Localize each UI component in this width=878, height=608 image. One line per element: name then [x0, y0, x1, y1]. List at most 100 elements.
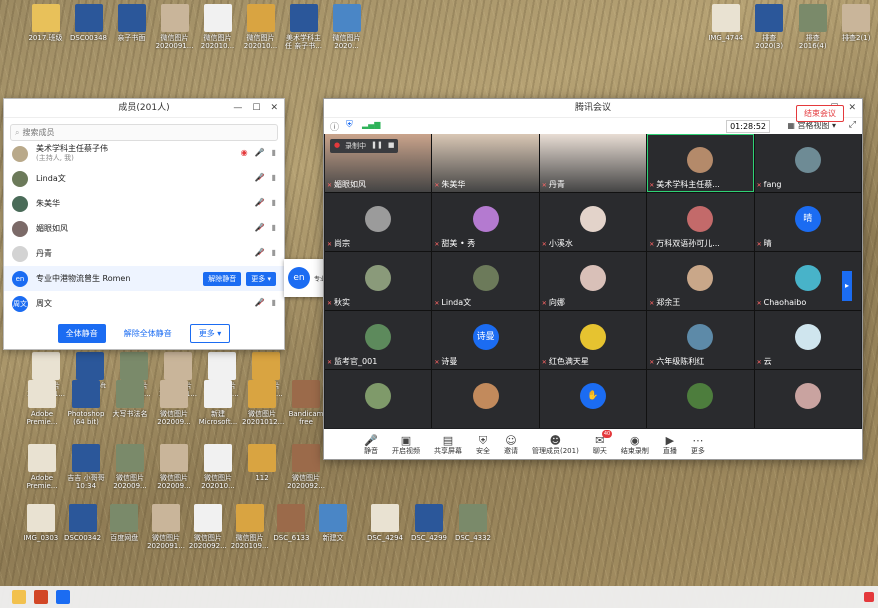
- desktop-icon[interactable]: DSC_4299: [409, 504, 449, 542]
- info-icon[interactable]: ⓘ: [330, 120, 339, 133]
- participant-tile[interactable]: 监考官_001: [325, 311, 432, 369]
- member-row[interactable]: en 专业中港物流曾生 Romen 解除静音 更多 ▾: [4, 266, 284, 291]
- desktop-icon[interactable]: 微信图片 2020...: [327, 4, 366, 50]
- toolbar-button-8[interactable]: ▶ 直播: [663, 434, 677, 455]
- more-footer-button[interactable]: 更多 ▾: [189, 324, 231, 343]
- toolbar-button-0[interactable]: 🎤 静音: [364, 434, 378, 455]
- desktop-icon[interactable]: 112: [242, 444, 282, 490]
- minimize-icon[interactable]: —: [233, 99, 242, 117]
- mic-muted-icon[interactable]: 🎤̸: [255, 298, 265, 307]
- desktop-icon[interactable]: DSC_4294: [365, 504, 405, 542]
- participant-tile[interactable]: 小溪水: [539, 193, 647, 251]
- desktop-icon[interactable]: Photoshop (64 bit): [66, 380, 106, 426]
- mic-muted-icon[interactable]: 🎤̸: [255, 248, 265, 257]
- participant-tile[interactable]: [754, 370, 861, 428]
- desktop-icon[interactable]: 2017.班级: [26, 4, 65, 50]
- participant-tile[interactable]: 六年级陈利红: [647, 311, 754, 369]
- camera-icon[interactable]: ▮: [272, 173, 276, 182]
- camera-icon[interactable]: ▮: [272, 223, 276, 232]
- stop-icon[interactable]: ■: [388, 141, 395, 151]
- member-search-input[interactable]: [19, 128, 243, 137]
- desktop-icon[interactable]: 微信图片 20201012...: [242, 380, 284, 426]
- participant-tile[interactable]: 尚宗: [325, 193, 432, 251]
- maximize-icon[interactable]: ☐: [252, 99, 260, 117]
- mic-muted-icon[interactable]: 🎤̸: [255, 173, 265, 182]
- desktop-icon[interactable]: 大写书法名: [110, 380, 150, 426]
- participant-tile[interactable]: ✋: [539, 370, 647, 428]
- desktop-icon[interactable]: Adobe Premie...: [22, 380, 62, 426]
- tencent-meeting-icon[interactable]: [56, 590, 70, 604]
- participant-tile[interactable]: 万科双语孙可儿...: [647, 193, 754, 251]
- powerpoint-icon[interactable]: [34, 590, 48, 604]
- desktop-icon[interactable]: 微信图片 202010...: [241, 4, 280, 50]
- unmute-member-button[interactable]: 解除静音: [203, 272, 242, 286]
- unmute-all-button[interactable]: 解除全体静音: [115, 324, 180, 343]
- member-row[interactable]: 丹青 🎤̸ ▮: [4, 241, 284, 266]
- mic-muted-icon[interactable]: 🎤̸: [255, 223, 265, 232]
- next-page-arrow-icon[interactable]: ▸: [842, 271, 852, 301]
- toolbar-button-7[interactable]: ◉ 结束录制: [621, 434, 649, 455]
- toolbar-button-9[interactable]: ⋯ 更多: [691, 434, 705, 455]
- desktop-icon[interactable]: 微信图片 202010...: [198, 444, 238, 490]
- participant-tile[interactable]: 诗曼诗曼: [432, 311, 539, 369]
- desktop-icon[interactable]: 微信图片 2020091...: [155, 4, 194, 50]
- participant-tile[interactable]: 向娜: [539, 252, 647, 310]
- mic-muted-icon[interactable]: 🎤̸: [255, 198, 265, 207]
- camera-icon[interactable]: ▮: [272, 248, 276, 257]
- participant-tile[interactable]: [325, 370, 432, 428]
- desktop-icon[interactable]: IMG_0303: [22, 504, 60, 550]
- participant-tile[interactable]: 郑余王: [647, 252, 754, 310]
- desktop-icon[interactable]: 微信图片 202009...: [154, 380, 194, 426]
- desktop-icon[interactable]: 微信图片 2020109...: [231, 504, 269, 550]
- desktop-icon[interactable]: 吉吉 小哥哥 10:34: [66, 444, 106, 490]
- member-more-button[interactable]: 更多 ▾: [246, 272, 276, 286]
- camera-icon[interactable]: ▮: [272, 148, 276, 157]
- participant-tile[interactable]: 美术学科主任蔡...: [647, 134, 754, 192]
- close-icon[interactable]: ✕: [270, 99, 278, 117]
- participant-tile[interactable]: 云: [754, 311, 861, 369]
- camera-icon[interactable]: ▮: [272, 198, 276, 207]
- desktop-icon[interactable]: Adobe Premie...: [22, 444, 62, 490]
- participant-tile[interactable]: 甜美 • 秀: [432, 193, 539, 251]
- participant-tile[interactable]: Linda文: [432, 252, 539, 310]
- desktop-icon[interactable]: 亲子书面: [112, 4, 151, 50]
- toolbar-button-4[interactable]: ☺ 邀请: [504, 434, 518, 455]
- member-row[interactable]: 媚眼如风 🎤̸ ▮: [4, 216, 284, 241]
- desktop-icon[interactable]: 微信图片 2020092...: [286, 444, 326, 490]
- toolbar-button-5[interactable]: ☻ 管理成员(201): [532, 434, 579, 455]
- desktop-icon[interactable]: 排查2(1): [837, 4, 877, 50]
- participant-tile[interactable]: fang: [754, 134, 861, 192]
- fullscreen-icon[interactable]: ⤢: [849, 120, 856, 130]
- desktop-icon[interactable]: 新建文: [314, 504, 352, 550]
- tray-app-icon[interactable]: [864, 592, 874, 602]
- member-row[interactable]: 美术学科主任蔡子伟 (主持人, 我) ◉ 🎤 ▮: [4, 141, 284, 166]
- participant-tile[interactable]: 丹青: [539, 134, 647, 192]
- toolbar-button-2[interactable]: ▤ 共享屏幕: [434, 434, 462, 455]
- end-meeting-button[interactable]: 结束会议: [796, 105, 844, 122]
- participant-tile[interactable]: 红色满天星: [539, 311, 647, 369]
- member-row[interactable]: Linda文 🎤̸ ▮: [4, 166, 284, 191]
- mute-all-button[interactable]: 全体静音: [57, 324, 106, 343]
- desktop-icon[interactable]: DSC00348: [69, 4, 108, 50]
- participant-tile[interactable]: 秋实: [325, 252, 432, 310]
- desktop-icon[interactable]: IMG_4744: [706, 4, 746, 50]
- desktop-icon[interactable]: 新建 Microsoft...: [198, 380, 238, 426]
- desktop-icon[interactable]: 排查2020(3): [750, 4, 790, 50]
- participant-tile[interactable]: [647, 370, 754, 428]
- close-icon[interactable]: ✕: [848, 99, 856, 117]
- desktop-icon[interactable]: DSC_6133: [273, 504, 311, 550]
- member-row[interactable]: 周文 周文 🎤̸ ▮: [4, 291, 284, 316]
- desktop-icon[interactable]: 微信图片 2020092...: [189, 504, 227, 550]
- toolbar-button-3[interactable]: ⛨ 安全: [476, 434, 490, 455]
- desktop-icon[interactable]: DSC_4332: [453, 504, 493, 542]
- mic-muted-icon[interactable]: 🎤: [255, 148, 265, 157]
- desktop-icon[interactable]: 微信图片 2020091...: [147, 504, 185, 550]
- desktop-icon[interactable]: 美术学科主任 亲子书...: [284, 4, 323, 50]
- shield-icon[interactable]: ⛨: [346, 120, 353, 130]
- desktop-icon[interactable]: Bandicam free: [286, 380, 326, 426]
- toolbar-button-6[interactable]: ✉ 聊天 40: [593, 429, 613, 455]
- participant-tile[interactable]: [432, 370, 539, 428]
- desktop-icon[interactable]: 排查2016(4): [793, 4, 833, 50]
- desktop-icon[interactable]: 微信图片 202010...: [198, 4, 237, 50]
- pause-icon[interactable]: ❚❚: [371, 141, 383, 151]
